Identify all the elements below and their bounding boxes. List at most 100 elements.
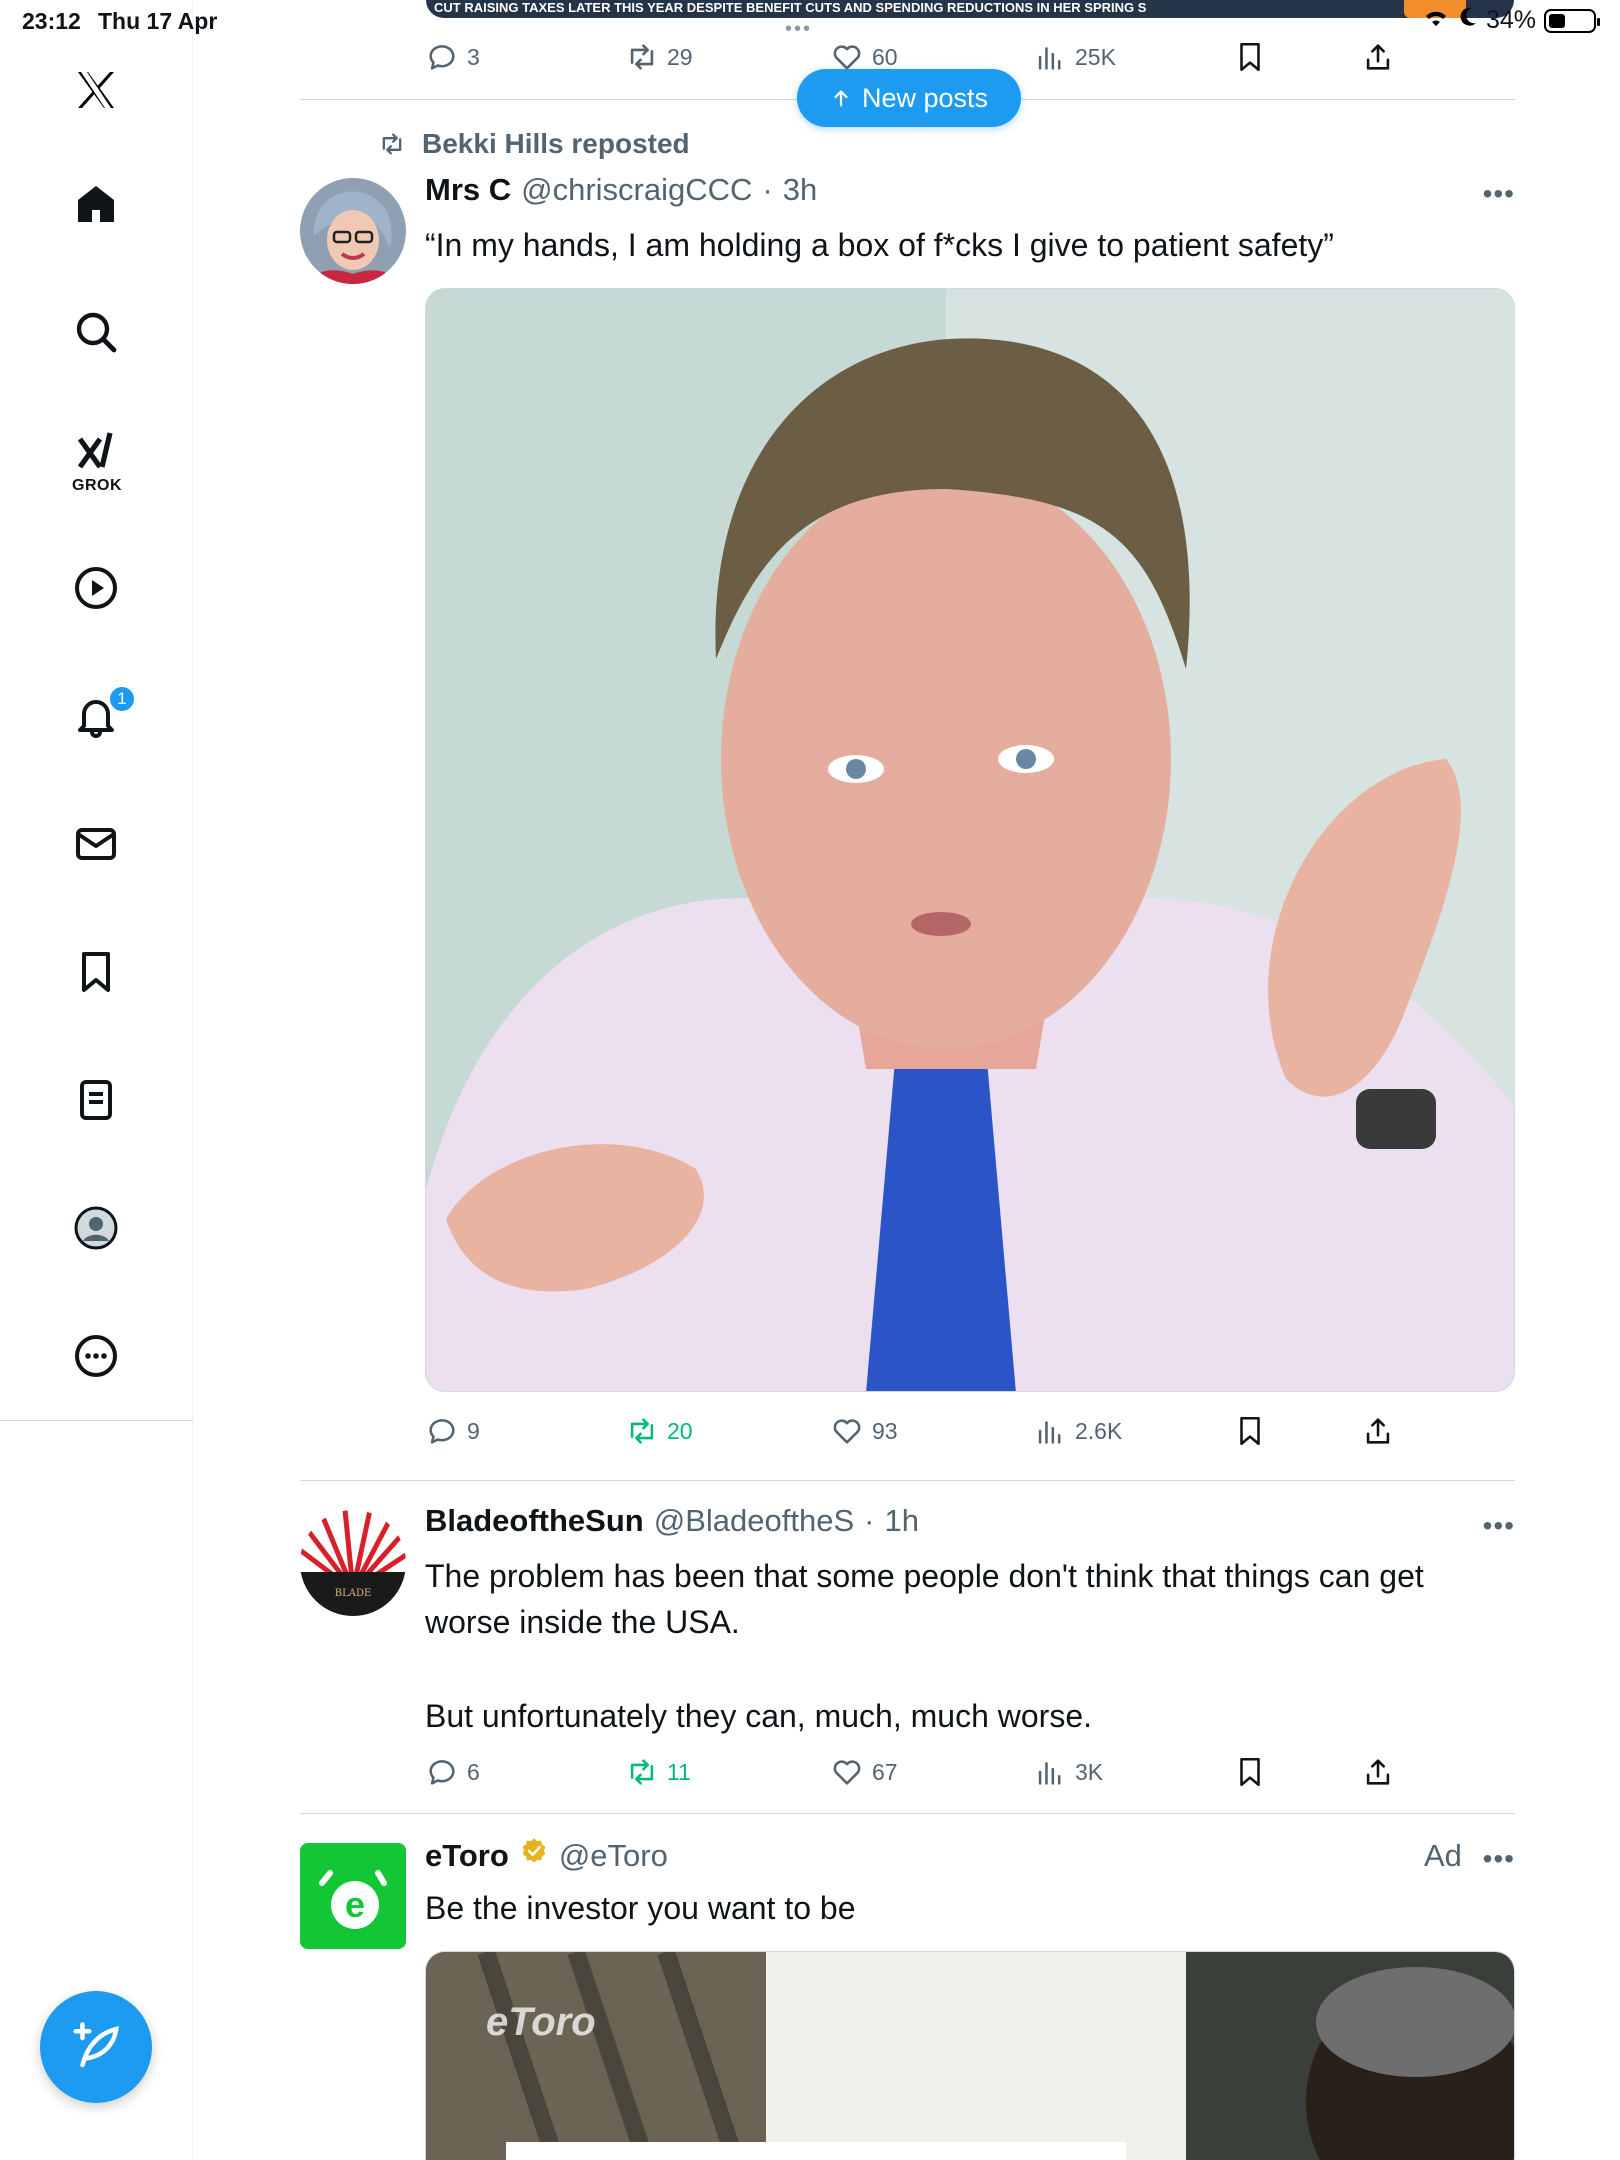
author-handle[interactable]: @eToro <box>559 1838 668 1874</box>
repost-icon <box>382 133 402 155</box>
compose-post-button[interactable] <box>40 1991 152 2103</box>
status-date: Thu 17 Apr <box>98 8 218 34</box>
bookmark-button[interactable] <box>1233 40 1267 74</box>
post-divider <box>300 1813 1515 1814</box>
like-count: 67 <box>872 1758 898 1785</box>
more-options-icon[interactable]: ••• <box>1483 178 1515 210</box>
repost-button[interactable]: 11 <box>625 1755 691 1789</box>
share-button[interactable] <box>1361 1414 1395 1448</box>
feather-plus-icon <box>73 2022 119 2068</box>
views-button[interactable]: 2.6K <box>1033 1414 1122 1448</box>
ad-label: Ad <box>1424 1838 1462 1873</box>
views-count: 3K <box>1075 1758 1104 1785</box>
x-logo-icon[interactable] <box>70 64 122 116</box>
share-icon <box>1366 1759 1390 1785</box>
author-handle[interactable]: @chriscraigCCC <box>521 172 752 208</box>
like-count: 60 <box>872 43 898 70</box>
views-chart-icon <box>1038 1421 1061 1444</box>
svg-text:e: e <box>345 1884 365 1925</box>
share-icon <box>1366 44 1390 70</box>
grok-icon[interactable] <box>70 425 122 477</box>
ad-media[interactable]: eToro <box>425 1951 1515 2160</box>
views-button[interactable]: 3K <box>1033 1755 1103 1789</box>
video-play-icon[interactable] <box>70 562 122 614</box>
new-posts-label: New posts <box>861 82 989 113</box>
author-name[interactable]: eToro <box>425 1838 509 1874</box>
author-handle[interactable]: @BladeoftheS <box>654 1503 854 1539</box>
mail-icon[interactable] <box>70 818 122 870</box>
post-actions: 9 20 93 2.6K <box>425 1414 1425 1454</box>
grok-label: GROK <box>72 477 122 494</box>
repost-count: 11 <box>667 1758 691 1785</box>
repost-button[interactable]: 20 <box>625 1414 693 1448</box>
repost-context-label: Bekki Hills reposted <box>422 128 690 159</box>
avatar[interactable] <box>300 178 406 284</box>
post-time[interactable]: 3h <box>783 172 817 208</box>
more-icon[interactable] <box>70 1330 122 1382</box>
reply-count: 6 <box>467 1758 480 1785</box>
reply-button[interactable]: 6 <box>425 1755 480 1789</box>
more-options-icon[interactable]: ••• <box>1483 1510 1515 1542</box>
views-count: 2.6K <box>1075 1417 1123 1444</box>
post-header: eToro @eToro <box>425 1836 668 1874</box>
share-icon <box>1366 1418 1390 1444</box>
new-posts-button[interactable]: New posts <box>797 69 1021 127</box>
more-options-icon[interactable]: ••• <box>1483 1843 1515 1875</box>
bookmark-icon[interactable] <box>70 946 122 998</box>
author-name[interactable]: Mrs C <box>425 172 511 208</box>
heart-icon <box>833 1419 861 1444</box>
post-header: BladeoftheSun @BladeoftheS · 1h <box>425 1503 919 1539</box>
moon-icon <box>1458 6 1478 35</box>
bookmark-icon <box>1240 1757 1260 1787</box>
post-text: “In my hands, I am holding a box of f*ck… <box>425 227 1334 263</box>
bookmark-button[interactable] <box>1233 1414 1267 1448</box>
views-button[interactable]: 25K <box>1033 40 1116 74</box>
author-name[interactable]: BladeoftheSun <box>425 1503 644 1539</box>
sidebar-divider <box>0 1420 193 1421</box>
reply-count: 3 <box>467 43 480 70</box>
post-text-paragraph-1: The problem has been that some people do… <box>425 1558 1424 1640</box>
like-button[interactable]: 93 <box>830 1414 898 1448</box>
post-text: Be the investor you want to be <box>425 1890 856 1926</box>
post-text-paragraph-2: But unfortunately they can, much, much w… <box>425 1698 1092 1734</box>
repost-icon <box>630 44 654 70</box>
share-button[interactable] <box>1361 40 1395 74</box>
views-chart-icon <box>1038 47 1061 70</box>
post-actions: 6 11 67 3K <box>425 1755 1425 1795</box>
repost-icon <box>630 1418 654 1444</box>
status-indicators: 34% <box>1422 6 1600 35</box>
avatar[interactable]: BLADE <box>300 1510 406 1616</box>
lists-icon[interactable] <box>70 1074 122 1126</box>
views-chart-icon <box>1038 1762 1061 1785</box>
avatar[interactable]: e <box>300 1843 406 1949</box>
post-header: Mrs C @chriscraigCCC · 3h <box>425 172 817 208</box>
svg-text:BLADE: BLADE <box>335 1588 372 1599</box>
reply-icon <box>429 45 455 70</box>
ad-media-caption: eToro <box>486 2000 596 2044</box>
home-icon[interactable] <box>70 178 122 230</box>
bookmark-button[interactable] <box>1233 1755 1267 1789</box>
search-icon[interactable] <box>70 306 122 358</box>
reply-button[interactable]: 3 <box>425 40 480 74</box>
post-time[interactable]: 1h <box>884 1503 918 1539</box>
verified-badge-icon <box>519 1836 549 1874</box>
profile-avatar-icon[interactable] <box>70 1202 122 1254</box>
reply-count: 9 <box>467 1417 480 1444</box>
notification-badge: 1 <box>108 685 136 713</box>
separator: · <box>762 172 773 207</box>
like-button[interactable]: 67 <box>830 1755 898 1789</box>
repost-context[interactable]: Bekki Hills reposted <box>376 128 690 160</box>
post-image[interactable] <box>425 288 1515 1392</box>
wifi-icon <box>1422 6 1450 35</box>
like-count: 93 <box>872 1417 898 1444</box>
heart-icon <box>833 1760 861 1785</box>
repost-count: 29 <box>667 43 693 70</box>
post-divider <box>300 1480 1515 1481</box>
repost-button[interactable]: 29 <box>625 40 693 74</box>
repost-count: 20 <box>667 1417 693 1444</box>
repost-icon <box>630 1759 654 1785</box>
sidebar: GROK 1 <box>0 0 193 2160</box>
reply-button[interactable]: 9 <box>425 1414 480 1448</box>
battery-icon <box>1544 8 1600 33</box>
share-button[interactable] <box>1361 1755 1395 1789</box>
